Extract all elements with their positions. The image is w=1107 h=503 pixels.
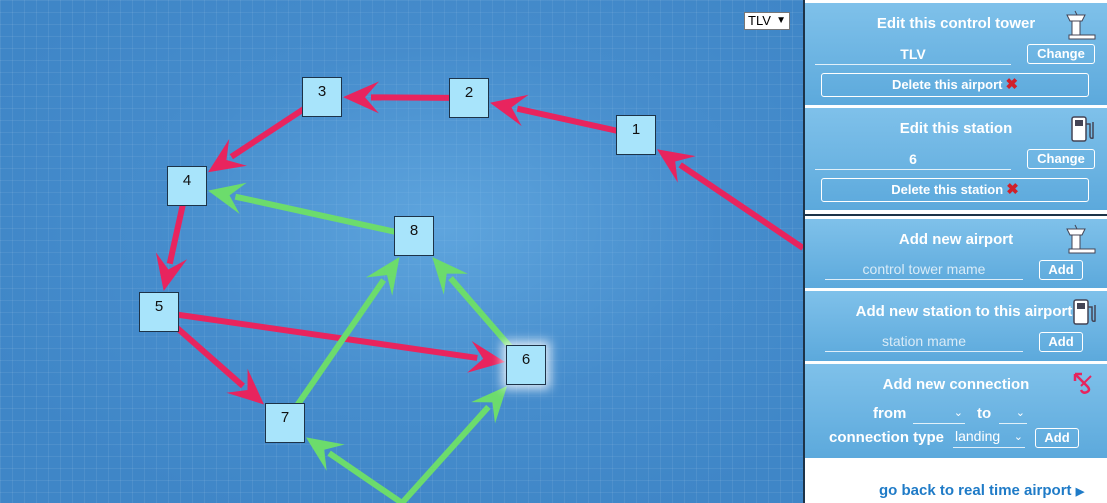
change-station-button[interactable]: Change <box>1027 149 1095 169</box>
arrowhead-icon <box>306 437 345 471</box>
edge-entry-bottom-to-6 <box>399 386 508 503</box>
control-tower-icon <box>1066 10 1096 40</box>
to-select[interactable]: ⌄ <box>999 404 1027 424</box>
to-label: to <box>977 405 992 422</box>
station-node-8[interactable]: 8 <box>394 216 434 256</box>
airport-select[interactable]: TLV ▼ <box>744 12 790 30</box>
edge-entry-bottom-to-7 <box>306 437 404 503</box>
delete-airport-label: Delete this airport <box>891 77 1003 92</box>
new-station-input[interactable]: station mame <box>825 331 1023 352</box>
add-station-button[interactable]: Add <box>1039 332 1083 352</box>
airport-select-value: TLV <box>748 13 771 28</box>
add-airport-section: Add new airport control tower mame Add <box>805 219 1107 288</box>
edge-entry-right-to-1 <box>657 149 803 251</box>
change-tower-button[interactable]: Change <box>1027 44 1095 64</box>
add-connection-button[interactable]: Add <box>1035 428 1079 448</box>
add-airport-button[interactable]: Add <box>1039 260 1083 280</box>
chevron-down-icon: ⌄ <box>1015 407 1025 419</box>
edge-line <box>282 278 387 425</box>
edit-tower-title: Edit this control tower <box>876 15 1036 32</box>
chevron-down-icon: ▼ <box>776 15 786 26</box>
add-airport-title: Add new airport <box>898 231 1014 248</box>
add-station-section: Add new station to this airport station … <box>805 291 1107 361</box>
station-node-7[interactable]: 7 <box>265 403 305 443</box>
station-node-3[interactable]: 3 <box>302 77 342 117</box>
edit-station-section: Edit this station 6 Change Delete this s… <box>805 108 1107 210</box>
connection-type-select[interactable]: landing ⌄ <box>953 428 1025 448</box>
chevron-down-icon: ⌄ <box>953 407 963 419</box>
edge-7-to-8 <box>282 257 400 425</box>
add-connection-title: Add new connection <box>882 376 1030 393</box>
from-label: from <box>873 405 907 422</box>
edit-station-title: Edit this station <box>899 120 1013 137</box>
edge-5-to-6 <box>158 309 505 373</box>
close-icon: ✖ <box>1005 76 1019 93</box>
airport-graph-canvas[interactable]: 1 2 3 4 5 6 7 8 TLV ▼ <box>0 0 803 503</box>
edge-1-to-2 <box>490 94 637 138</box>
arrowhead-icon <box>365 257 400 296</box>
arrowhead-icon <box>208 139 247 173</box>
station-name-input[interactable]: 6 <box>815 149 1011 170</box>
fuel-station-icon <box>1071 116 1094 142</box>
delete-airport-button[interactable]: Delete this airport ✖ <box>821 73 1089 97</box>
new-airport-input[interactable]: control tower mame <box>825 259 1023 280</box>
arrowhead-icon <box>657 149 696 183</box>
station-node-1[interactable]: 1 <box>616 115 656 155</box>
go-back-link[interactable]: go back to real time airport ▶ <box>879 482 1084 499</box>
station-node-5[interactable]: 5 <box>139 292 179 332</box>
station-node-4[interactable]: 4 <box>167 166 207 206</box>
connection-type-label: connection type <box>829 429 945 446</box>
side-panel: Edit this control tower TLV Change Delet… <box>803 0 1107 503</box>
from-select[interactable]: ⌄ <box>913 404 965 424</box>
delete-station-label: Delete this station <box>891 182 1004 197</box>
edge-line <box>678 162 803 251</box>
edge-line <box>327 450 404 503</box>
tower-name-input[interactable]: TLV <box>815 44 1011 65</box>
connection-type-value: landing <box>955 428 1001 444</box>
divider <box>805 214 1107 216</box>
edge-line <box>399 404 491 503</box>
edge-8-to-4 <box>208 182 415 239</box>
connection-arrow-icon <box>1073 372 1092 394</box>
station-node-6[interactable]: 6 <box>506 345 546 385</box>
edit-tower-section: Edit this control tower TLV Change Delet… <box>805 3 1107 105</box>
control-tower-icon <box>1066 224 1096 254</box>
add-connection-section: Add new connection from ⌄ to ⌄ connectio… <box>805 364 1107 458</box>
add-station-title: Add new station to this airport <box>855 303 1073 320</box>
close-icon: ✖ <box>1006 181 1019 198</box>
chevron-right-icon: ▶ <box>1075 486 1085 498</box>
fuel-station-icon <box>1073 299 1096 325</box>
delete-station-button[interactable]: Delete this station ✖ <box>821 178 1089 202</box>
go-back-label: go back to real time airport <box>879 482 1072 499</box>
station-node-2[interactable]: 2 <box>449 78 489 118</box>
chevron-down-icon: ⌄ <box>1013 431 1023 443</box>
edge-line <box>234 193 415 239</box>
